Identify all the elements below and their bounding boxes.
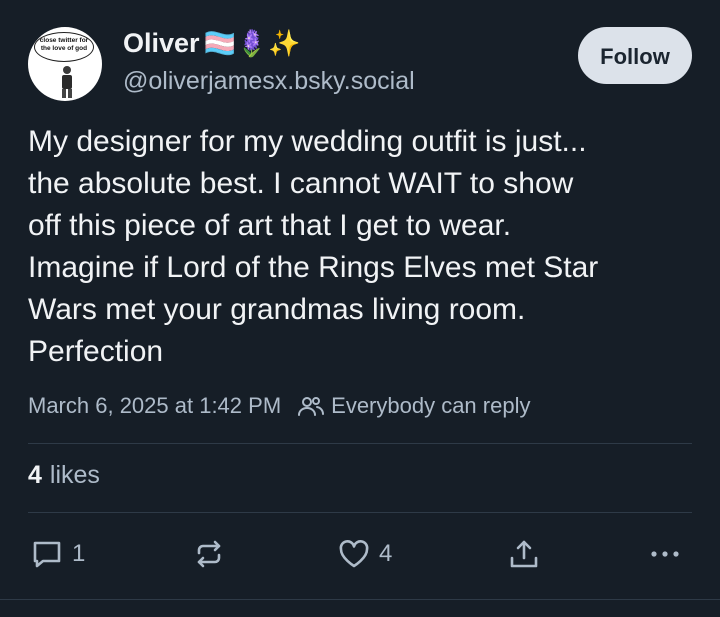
divider bbox=[0, 599, 720, 600]
people-icon bbox=[298, 397, 325, 416]
share-icon bbox=[510, 540, 538, 568]
likes-label: likes bbox=[49, 461, 100, 489]
divider bbox=[28, 443, 692, 444]
share-button[interactable] bbox=[507, 536, 541, 572]
reply-count: 1 bbox=[72, 540, 86, 567]
avatar[interactable]: close twitter for the love of god bbox=[28, 27, 102, 101]
post-text-line: the absolute best. I cannot WAIT to show bbox=[28, 167, 574, 200]
reply-setting-text[interactable]: Everybody can reply bbox=[331, 393, 530, 419]
avatar-speech-bubble: close twitter for the love of god bbox=[34, 32, 94, 62]
post-text-line: off this piece of art that I get to wear… bbox=[28, 209, 512, 242]
avatar-figure-icon bbox=[62, 66, 72, 98]
like-count: 4 bbox=[379, 540, 393, 567]
like-button[interactable]: 4 bbox=[337, 536, 392, 572]
post-text-line: Perfection bbox=[28, 335, 164, 368]
author-handle[interactable]: @oliverjamesx.bsky.social bbox=[123, 67, 415, 96]
post-text-line: Imagine if Lord of the Rings Elves met S… bbox=[28, 251, 599, 284]
speech-bubble-icon bbox=[33, 541, 61, 568]
post-timestamp[interactable]: March 6, 2025 at 1:42 PM bbox=[28, 393, 281, 419]
repost-icon bbox=[197, 540, 221, 568]
reply-button[interactable]: 1 bbox=[30, 536, 85, 572]
display-name-emojis: 🏳️‍⚧️🪻✨ bbox=[203, 28, 301, 58]
post-text-line: Wars met your grandmas living room. bbox=[28, 293, 526, 326]
likes-summary[interactable]: 4 likes bbox=[28, 461, 100, 490]
display-name-text[interactable]: Oliver bbox=[123, 28, 200, 58]
ellipsis-icon bbox=[651, 551, 679, 557]
post-meta: March 6, 2025 at 1:42 PM Everybody can r… bbox=[28, 393, 530, 419]
follow-button[interactable]: Follow bbox=[578, 27, 692, 84]
heart-icon bbox=[339, 540, 369, 568]
post-text-line: My designer for my wedding outfit is jus… bbox=[28, 125, 587, 158]
divider bbox=[28, 512, 692, 513]
post-text: My designer for my wedding outfit is jus… bbox=[28, 121, 698, 373]
repost-button[interactable] bbox=[192, 536, 226, 572]
more-options-button[interactable] bbox=[648, 536, 682, 572]
likes-count: 4 bbox=[28, 461, 42, 489]
post-card: close twitter for the love of god Oliver… bbox=[0, 0, 720, 617]
display-name[interactable]: Oliver 🏳️‍⚧️🪻✨ bbox=[123, 28, 301, 59]
